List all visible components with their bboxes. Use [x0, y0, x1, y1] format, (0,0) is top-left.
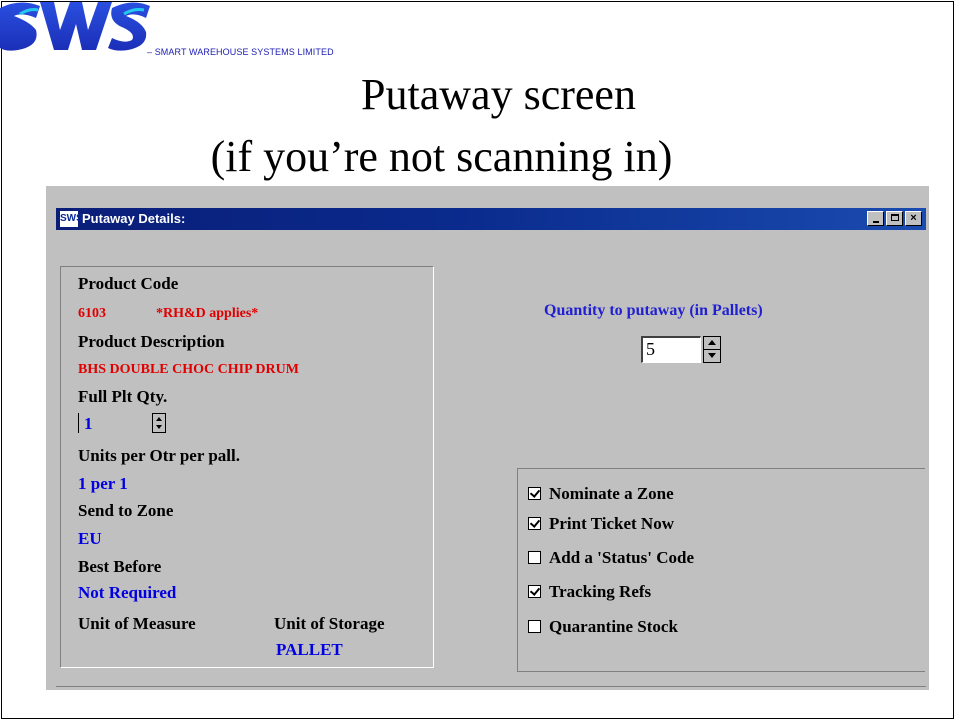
arrow-down-icon	[708, 353, 716, 358]
send-to-zone-value: EU	[78, 529, 102, 548]
product-details-group	[60, 266, 434, 668]
option-label: Add a 'Status' Code	[549, 548, 695, 567]
quantity-label: Quantity to putaway (in Pallets)	[544, 302, 763, 319]
full-plt-qty-label: Full Plt Qty.	[78, 387, 168, 406]
checkbox-icon[interactable]	[528, 620, 541, 633]
full-plt-qty-cursor	[78, 413, 79, 433]
arrow-up-icon	[708, 340, 716, 345]
product-description-label: Product Description	[78, 332, 225, 351]
checkbox-icon[interactable]	[528, 487, 541, 500]
rhd-note: *RH&D applies*	[156, 306, 259, 321]
checkbox-icon[interactable]	[528, 585, 541, 598]
unit-of-measure-label: Unit of Measure	[78, 614, 196, 633]
spin-up-icon	[156, 417, 162, 421]
unit-of-storage-value: PALLET	[276, 640, 343, 659]
slide-title: Putaway screen	[361, 70, 636, 119]
option-nominate-zone[interactable]: Nominate a Zone	[528, 484, 674, 504]
app-icon: SWS	[60, 211, 83, 227]
option-add-status-code[interactable]: Add a 'Status' Code	[528, 548, 694, 568]
quantity-input[interactable]: 5	[641, 336, 701, 363]
sws-logo	[0, 2, 150, 51]
units-per-value: 1 per 1	[78, 474, 128, 493]
spin-down-icon	[156, 425, 162, 429]
best-before-value: Not Required	[78, 583, 177, 602]
full-plt-qty-spinner[interactable]	[152, 413, 166, 433]
option-label: Print Ticket Now	[549, 514, 674, 533]
close-button[interactable]: ×	[905, 211, 922, 226]
product-code-value: 6103	[78, 306, 106, 321]
window-controls: ×	[865, 211, 922, 227]
option-tracking-refs[interactable]: Tracking Refs	[528, 582, 651, 602]
quantity-decrement[interactable]	[704, 350, 720, 362]
option-label: Nominate a Zone	[549, 484, 674, 503]
checkbox-icon[interactable]	[528, 551, 541, 564]
send-to-zone-label: Send to Zone	[78, 501, 174, 520]
best-before-label: Best Before	[78, 557, 162, 576]
maximize-button[interactable]	[886, 211, 903, 226]
units-per-label: Units per Otr per pall.	[78, 446, 240, 465]
product-description-value: BHS DOUBLE CHOC CHIP DRUM	[78, 362, 299, 377]
option-quarantine-stock[interactable]: Quarantine Stock	[528, 617, 678, 637]
quantity-increment[interactable]	[704, 337, 720, 350]
checkbox-icon[interactable]	[528, 517, 541, 530]
logo-subtitle: – SMART WAREHOUSE SYSTEMS LIMITED	[147, 47, 334, 57]
putaway-window: SWS Putaway Details: × Product Code 6103…	[46, 186, 929, 690]
minimize-icon	[872, 221, 879, 223]
quantity-spinner[interactable]	[703, 336, 721, 363]
window-title: Putaway Details:	[82, 211, 186, 226]
full-plt-qty-value[interactable]: 1	[84, 414, 93, 434]
window-titlebar[interactable]: SWS Putaway Details: ×	[56, 208, 926, 230]
maximize-icon	[890, 214, 899, 221]
option-print-ticket[interactable]: Print Ticket Now	[528, 514, 674, 534]
product-code-label: Product Code	[78, 274, 179, 293]
option-label: Tracking Refs	[549, 582, 652, 601]
slide-subtitle: (if you’re not scanning in)	[210, 132, 673, 181]
minimize-button[interactable]	[867, 211, 884, 226]
option-label: Quarantine Stock	[549, 617, 678, 636]
window-bottom-divider	[56, 686, 926, 687]
unit-of-storage-label: Unit of Storage	[274, 614, 385, 633]
